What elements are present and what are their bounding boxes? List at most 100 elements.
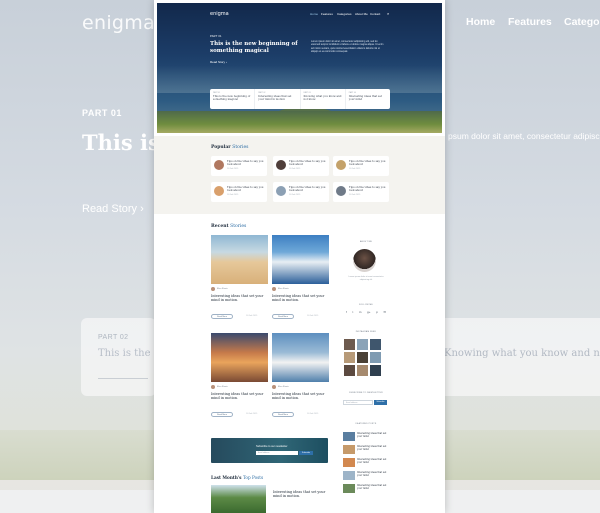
instagram-photo[interactable] — [370, 339, 381, 350]
background-part-label: PART 01 — [82, 108, 122, 118]
nav-contact[interactable]: Contact — [370, 12, 380, 16]
popular-story-card[interactable]: Tips on the vibes to say you look about 1… — [273, 156, 329, 176]
instagram-photo[interactable] — [344, 339, 355, 350]
featured-post-title: Interesting ideas that set your mind — [357, 432, 387, 438]
post-date: 10 Feb 2019 — [307, 413, 319, 415]
story-title: Tips on the vibes to say you look about — [227, 160, 264, 167]
hero-landscape — [157, 111, 442, 133]
subscribe-button[interactable]: Subscribe — [374, 400, 387, 405]
post-author: Eliza Shorts — [211, 287, 228, 291]
series-card-title: This is the new beginning of something m… — [213, 95, 251, 102]
featured-post-title: Interesting ideas that set your mind — [357, 458, 387, 464]
linkedin-icon[interactable]: in — [359, 310, 361, 314]
hero-description: Lorem ipsum dolor sit amet, consectetur … — [311, 40, 384, 54]
instagram-photo[interactable] — [357, 352, 368, 363]
hero-title: This is the new beginning of something m… — [210, 41, 298, 54]
featured-post[interactable]: Interesting ideas that set your mind — [343, 471, 387, 480]
nav-home[interactable]: Home — [310, 12, 318, 16]
background-nav-categories: Categori — [564, 16, 600, 28]
about-me-heading: ABOUT ME — [359, 241, 372, 243]
instagram-feed — [344, 339, 382, 376]
background-card-2-title: Knowing what you know and not know — [444, 348, 600, 359]
pinterest-icon[interactable]: p — [376, 310, 378, 314]
popular-stories-section: Popular Stories Tips on the vibes to say… — [154, 136, 445, 214]
twitter-icon[interactable]: t — [353, 310, 354, 314]
popular-story-card[interactable]: Tips on the vibes to say you look about 1… — [333, 182, 389, 202]
story-title: Tips on the vibes to say you look about — [349, 160, 386, 167]
post-author: Eliza Shorts — [272, 385, 289, 389]
story-thumbnail — [336, 160, 346, 170]
series-card-title: Interesting ideas that set your mind — [348, 95, 382, 102]
instagram-photo[interactable] — [344, 352, 355, 363]
read-more-button[interactable]: Read More — [211, 314, 233, 319]
series-card[interactable]: PART 04 Interesting ideas that set your m… — [346, 89, 390, 109]
series-card-part: PART 01 — [213, 92, 221, 94]
background-card-part: PART 02 — [98, 334, 129, 341]
recent-stories-title: Recent Stories — [211, 224, 247, 229]
series-card[interactable]: PART 03 Knowing what you know and not kno… — [301, 89, 346, 109]
featured-post-thumbnail — [343, 484, 355, 493]
series-card[interactable]: PART 01 This is the new beginning of some… — [210, 89, 256, 109]
instagram-photo[interactable] — [357, 339, 368, 350]
featured-post-thumbnail — [343, 432, 355, 441]
follow-me-heading: FOLLOW ME — [359, 304, 373, 306]
read-more-button[interactable]: Read More — [211, 412, 233, 417]
background-lorem: psum dolor sit amet, consectetur adipisc… — [448, 131, 600, 141]
featured-post-thumbnail — [343, 445, 355, 454]
newsletter-email-input[interactable]: Email address — [343, 400, 373, 405]
facebook-icon[interactable]: f — [346, 310, 347, 314]
story-title: Tips on the vibes to say you look about — [227, 186, 264, 193]
hero-read-story-link[interactable]: Read Story › — [210, 60, 227, 64]
featured-post[interactable]: Interesting ideas that set your mind — [343, 432, 387, 441]
post-image — [211, 333, 268, 382]
post-image — [211, 235, 268, 284]
instagram-photo[interactable] — [357, 365, 368, 376]
background-card-title: This is the — [98, 348, 151, 359]
google-plus-icon[interactable]: g+ — [367, 310, 370, 314]
story-title: Tips on the vibes to say you look about — [289, 160, 326, 167]
instagram-photo[interactable] — [370, 365, 381, 376]
nav-categories[interactable]: Categories — [337, 12, 352, 16]
post-image — [272, 333, 329, 382]
page-preview: enigma Home Features Categories About Me… — [154, 0, 445, 513]
post-title: Interesting ideas that set your mind in … — [211, 392, 264, 401]
banner-email-input[interactable]: Email address — [256, 451, 298, 455]
featured-post-title: Interesting ideas that set your mind — [357, 484, 387, 490]
story-title: Tips on the vibes to say you look about — [349, 186, 386, 193]
popular-story-card[interactable]: Tips on the vibes to say you look about 1… — [211, 182, 267, 202]
author-avatar — [211, 385, 215, 389]
nav-features[interactable]: Features — [321, 12, 333, 16]
instagram-photo[interactable] — [370, 352, 381, 363]
read-more-button[interactable]: Read More — [272, 412, 294, 417]
top-post-title[interactable]: Interesting ideas that set your mind in … — [273, 490, 331, 499]
series-card[interactable]: PART 02 Interesting ideas that set your m… — [255, 89, 301, 109]
mail-icon[interactable]: ✉ — [383, 310, 386, 314]
popular-story-card[interactable]: Tips on the vibes to say you look about 1… — [273, 182, 329, 202]
site-logo[interactable]: enigma — [210, 11, 229, 17]
featured-post[interactable]: Interesting ideas that set your mind — [343, 484, 387, 493]
series-card-part: PART 04 — [348, 92, 356, 94]
search-icon[interactable]: ⌕ — [387, 11, 389, 16]
popular-story-card[interactable]: Tips on the vibes to say you look about 1… — [211, 156, 267, 176]
story-date: 10 Feb 2019 — [289, 194, 301, 196]
popular-story-card[interactable]: Tips on the vibes to say you look about 1… — [333, 156, 389, 176]
banner-subscribe-button[interactable]: Subscribe — [299, 451, 313, 455]
author-avatar — [272, 287, 276, 291]
last-month-top-posts-title: Last Month's Top Posts — [211, 475, 264, 480]
post-author: Eliza Shorts — [211, 385, 228, 389]
hero-section: enigma Home Features Categories About Me… — [157, 3, 442, 133]
hero-series-cards: PART 01 This is the new beginning of some… — [210, 89, 390, 109]
story-date: 10 Feb 2019 — [349, 194, 361, 196]
featured-post[interactable]: Interesting ideas that set your mind — [343, 445, 387, 454]
author-avatar — [353, 249, 376, 272]
post-date: 10 Feb 2019 — [246, 315, 258, 317]
hero-part-label: PART 01 — [210, 35, 222, 38]
background-read-story: Read Story › — [82, 203, 144, 215]
newsletter-banner: Subscribe to our newsletter Email addres… — [211, 438, 328, 463]
nav-about-me[interactable]: About Me — [355, 12, 368, 16]
read-more-button[interactable]: Read More — [272, 314, 294, 319]
top-post-image[interactable] — [211, 485, 266, 513]
post-title: Interesting ideas that set your mind in … — [272, 392, 325, 401]
instagram-photo[interactable] — [344, 365, 355, 376]
featured-post[interactable]: Interesting ideas that set your mind — [343, 458, 387, 467]
